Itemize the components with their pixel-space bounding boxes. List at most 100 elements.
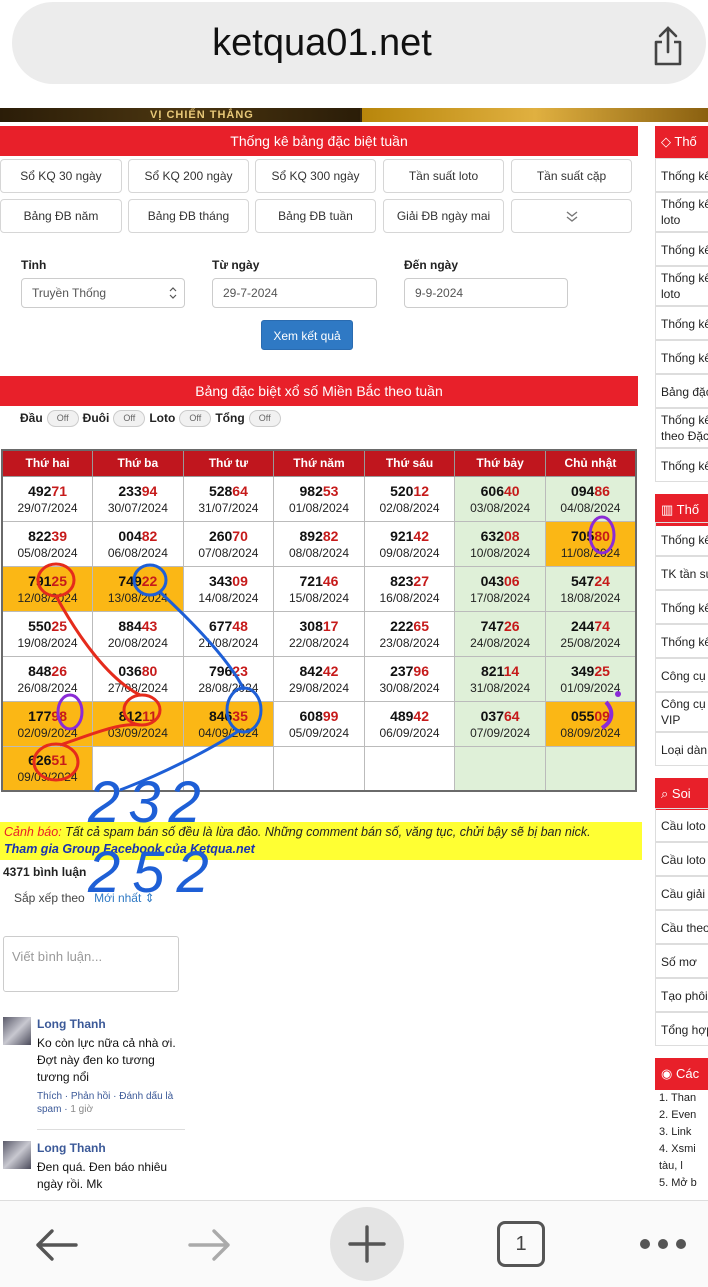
- sidebar-link[interactable]: Thống kê loto: [655, 192, 708, 232]
- result-cell: 82327 16/08/2024: [363, 565, 456, 612]
- sidebar-link[interactable]: Cầu theo: [655, 910, 708, 944]
- stats-button[interactable]: Bảng ĐB tuần: [255, 199, 376, 233]
- tabs-icon[interactable]: 1: [497, 1221, 545, 1267]
- more-icon[interactable]: [638, 1237, 688, 1251]
- share-icon[interactable]: [648, 24, 688, 68]
- number-tail: 09: [594, 707, 610, 724]
- result-cell: 49271 29/07/2024: [1, 475, 94, 522]
- result-number: 72146: [274, 572, 364, 590]
- number-head: 846: [208, 707, 233, 724]
- stats-button[interactable]: Giải ĐB ngày mai: [383, 199, 504, 233]
- toggle-switch[interactable]: Off: [179, 409, 212, 427]
- sidebar-link[interactable]: Thống kê loto: [655, 266, 708, 306]
- to-date-input[interactable]: 9-9-2024: [404, 278, 568, 308]
- sidebar-link[interactable]: Thống kê: [655, 522, 708, 556]
- number-tail: 80: [141, 662, 158, 679]
- stats-button[interactable]: Sổ KQ 200 ngày: [128, 159, 249, 193]
- stats-header: Thống kê bảng đặc biệt tuần: [0, 126, 638, 156]
- day-header: Thứ sáu: [363, 449, 456, 477]
- sidebar-link[interactable]: Tạo phôi: [655, 978, 708, 1012]
- number-tail: 39: [51, 527, 67, 544]
- back-arrow-icon[interactable]: [32, 1225, 80, 1265]
- toggle-switch[interactable]: Off: [248, 409, 281, 427]
- expand-button[interactable]: [511, 199, 632, 233]
- number-tail: 99: [322, 707, 339, 724]
- sidebar-link[interactable]: Cầu giải: [655, 876, 708, 910]
- sort-select[interactable]: Mới nhất ⇕: [94, 891, 155, 905]
- sidebar-link[interactable]: Cầu loto: [655, 842, 708, 876]
- sidebar-link[interactable]: Loại dàn: [655, 732, 708, 766]
- result-date: 20/08/2024: [107, 635, 168, 650]
- sidebar-link[interactable]: Thống kê: [655, 340, 708, 374]
- avatar[interactable]: [3, 1141, 31, 1169]
- sidebar-list-item[interactable]: 4. Xsmi: [655, 1141, 696, 1158]
- comment-input[interactable]: Viết bình luận...: [3, 936, 179, 992]
- sidebar-section-header[interactable]: ⌕ Soi: [655, 778, 708, 810]
- result-date: 12/08/2024: [17, 590, 78, 605]
- sidebar-link[interactable]: Thống kê: [655, 590, 708, 624]
- number-head: 747: [480, 617, 504, 634]
- sidebar-list-item[interactable]: tàu, l: [655, 1158, 683, 1175]
- result-number: 34925: [546, 662, 635, 680]
- sidebar-section-header[interactable]: ◇ Thố: [655, 126, 708, 158]
- number-head: 884: [118, 617, 142, 634]
- sidebar-list-item[interactable]: 5. Mở b: [655, 1175, 697, 1192]
- from-date-input[interactable]: 29-7-2024: [212, 278, 377, 308]
- stats-button[interactable]: Tần suất loto: [383, 159, 504, 193]
- number-head: 821: [481, 662, 504, 679]
- toggle-bar: Đầu Off Đuôi Off Loto Off Tổng Off: [20, 408, 285, 428]
- toggle-switch[interactable]: Off: [46, 409, 79, 427]
- ad-banner[interactable]: VỊ CHIẾN THẮNG: [0, 108, 708, 122]
- sidebar-link[interactable]: Thống kê theo Đặc: [655, 408, 708, 448]
- sidebar-link[interactable]: Thống kê: [655, 306, 708, 340]
- province-label: Tỉnh: [21, 258, 47, 272]
- toggle-switch[interactable]: Off: [113, 409, 146, 427]
- stats-button[interactable]: Sổ KQ 300 ngày: [255, 159, 376, 193]
- number-head: 343: [208, 572, 233, 589]
- sidebar-link[interactable]: Công cụ: [655, 658, 708, 692]
- result-cell: 03680 27/08/2024: [92, 655, 184, 702]
- submit-button[interactable]: Xem kết quả: [261, 320, 353, 350]
- comment-author[interactable]: Long Thanh: [37, 1017, 106, 1031]
- sidebar-list-item[interactable]: 2. Even: [655, 1107, 696, 1124]
- result-number: 74726: [455, 617, 545, 635]
- sidebar-link[interactable]: Số mơ: [655, 944, 708, 978]
- sidebar-link[interactable]: Thống kê: [655, 232, 708, 266]
- table-row: 49271 29/07/2024 23394 30/07/2024 52864 31/07…: [1, 475, 637, 522]
- forward-arrow-icon[interactable]: [186, 1225, 234, 1265]
- sidebar-link[interactable]: Công cụ VIP: [655, 692, 708, 732]
- comment-author[interactable]: Long Thanh: [37, 1141, 106, 1155]
- plus-icon[interactable]: [330, 1207, 404, 1281]
- stats-button[interactable]: Sổ KQ 30 ngày: [0, 159, 122, 193]
- sidebar-link[interactable]: Thống kê: [655, 624, 708, 658]
- sidebar-header-label: Thố: [676, 502, 700, 517]
- result-date: 28/08/2024: [198, 680, 259, 695]
- result-cell: 74726 24/08/2024: [454, 610, 546, 657]
- number-tail: 40: [503, 482, 520, 499]
- sidebar-list-item[interactable]: 3. Link: [655, 1124, 691, 1141]
- sidebar-link[interactable]: Tổng hợp: [655, 1012, 708, 1046]
- sidebar-link[interactable]: TK tần su: [655, 556, 708, 590]
- result-date: 05/09/2024: [288, 725, 349, 740]
- result-number: 54724: [546, 572, 635, 590]
- sidebar-link[interactable]: Thống kê: [655, 158, 708, 192]
- sidebar-link[interactable]: Cầu loto: [655, 808, 708, 842]
- comment-item: Long Thanh Ko còn lực nữa cả nhà ơi. Đợt…: [3, 1017, 185, 1130]
- result-date: 30/08/2024: [379, 680, 440, 695]
- province-select[interactable]: Truyền Thống: [21, 278, 185, 308]
- stats-button[interactable]: Bảng ĐB tháng: [128, 199, 249, 233]
- avatar[interactable]: [3, 1017, 31, 1045]
- number-head: 244: [570, 617, 595, 634]
- sidebar-list-item[interactable]: 1. Than: [655, 1090, 696, 1107]
- address-field[interactable]: ketqua01.net: [12, 2, 706, 84]
- url-text[interactable]: ketqua01.net: [12, 22, 632, 65]
- facebook-group-link[interactable]: Tham gia Group Facebook của Ketqua.net: [4, 841, 638, 858]
- comment-actions[interactable]: Thích · Phản hồi · Đánh dấu là spam · 1 …: [37, 1090, 187, 1116]
- sidebar-section-header[interactable]: ◉ Các: [655, 1058, 708, 1090]
- sidebar-link[interactable]: Bảng đặc: [655, 374, 708, 408]
- result-date: 06/08/2024: [107, 545, 168, 560]
- number-head: 043: [480, 572, 504, 589]
- sidebar-link[interactable]: Thống kê: [655, 448, 708, 482]
- stats-button[interactable]: Bảng ĐB năm: [0, 199, 122, 233]
- stats-button[interactable]: Tần suất cặp: [511, 159, 632, 193]
